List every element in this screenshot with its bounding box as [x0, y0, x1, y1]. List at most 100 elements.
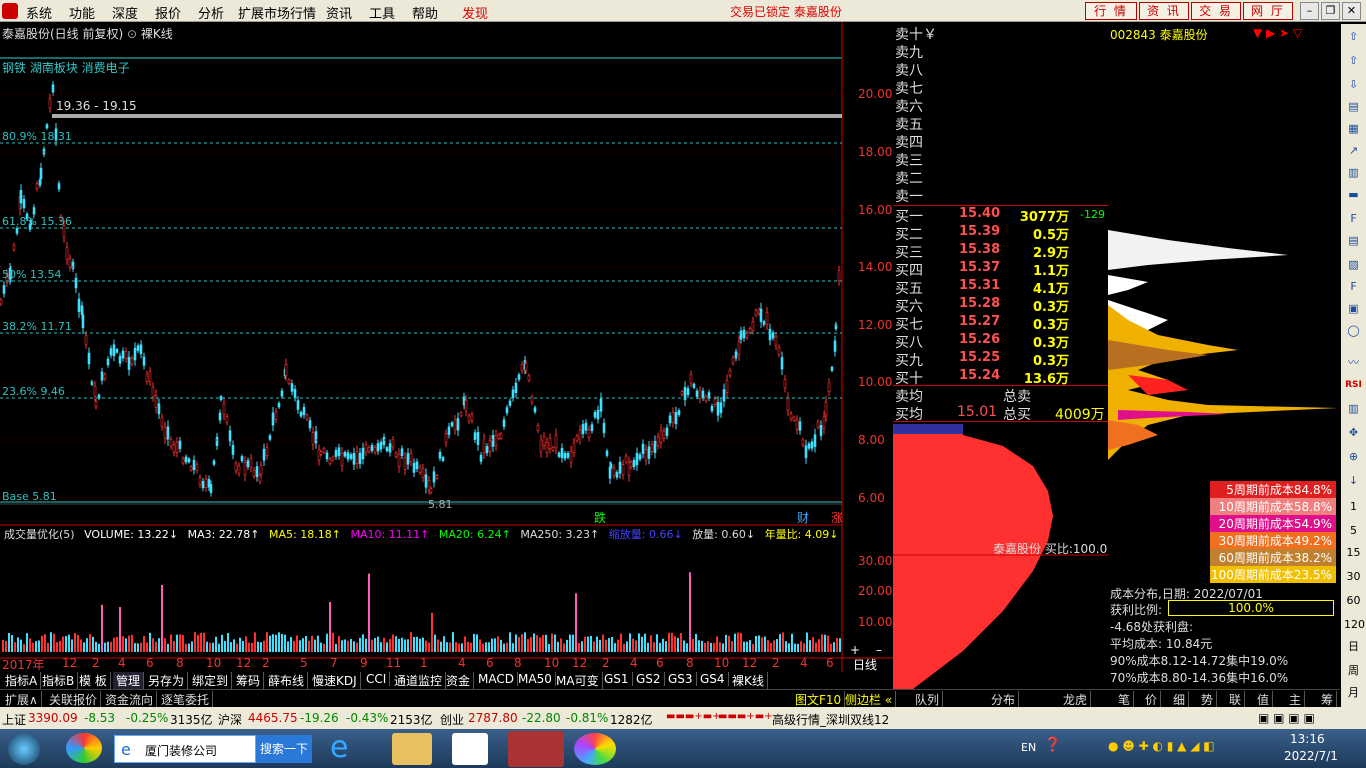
buy-level[interactable]: 买四 15.37 1.1万 [895, 260, 1107, 279]
indicator-tab[interactable]: MA可变 [553, 672, 603, 689]
trade-button[interactable]: 交 易 [1191, 2, 1241, 20]
indicator-tab[interactable]: 指标B [39, 672, 79, 689]
wave-icon[interactable]: 〰 [1344, 354, 1363, 372]
lang-indicator[interactable]: EN [1021, 741, 1036, 754]
buy-level[interactable]: 买八 15.26 0.3万 [895, 332, 1107, 351]
sell-level[interactable]: 卖四 [895, 132, 1107, 151]
grid-icon[interactable]: ▦ [1344, 120, 1363, 138]
indicator-tab[interactable]: 资金 [443, 672, 475, 689]
indicator-tab[interactable]: 模 板 [76, 672, 111, 689]
sell-level[interactable]: 卖五 [895, 114, 1107, 133]
news-button[interactable]: 资 讯 [1139, 2, 1189, 20]
browser-icon[interactable] [574, 733, 616, 765]
minimize-button[interactable]: – [1300, 2, 1319, 20]
restore-button[interactable]: ❐ [1321, 2, 1340, 20]
bottom-tab[interactable]: 逐笔委托 [158, 691, 214, 708]
menu-function[interactable]: 功能 [69, 3, 95, 22]
indicator-tab[interactable]: GS3 [665, 672, 697, 686]
app-icon[interactable] [66, 733, 102, 763]
zoom-out-button[interactable]: – [876, 643, 882, 657]
period-15[interactable]: 15 [1344, 544, 1363, 562]
arrow-up-icon[interactable]: ⇧ [1344, 28, 1363, 46]
indicator-tab[interactable]: MACD [475, 672, 518, 686]
menu-depth[interactable]: 深度 [112, 3, 138, 22]
bottom-tab[interactable]: 筹 [1318, 691, 1338, 708]
bottom-tab[interactable]: 价 [1142, 691, 1162, 708]
bottom-tab[interactable]: 队列 [912, 691, 944, 708]
menu-system[interactable]: 系统 [26, 3, 52, 22]
zoom-in-button[interactable]: + [850, 643, 860, 657]
window-icon[interactable]: ▣ [1344, 300, 1363, 318]
buy-level[interactable]: 买三 15.38 2.9万 [895, 242, 1107, 261]
bottom-tab[interactable]: 资金流向 [102, 691, 158, 708]
bottom-tab[interactable]: 势 [1198, 691, 1218, 708]
sell-level[interactable]: 卖九 [895, 42, 1107, 61]
bottom-tab[interactable]: 主 [1286, 691, 1306, 708]
period-120[interactable]: 120 [1344, 616, 1365, 634]
circle-icon[interactable]: ◯ [1344, 322, 1363, 340]
bottom-tab[interactable]: 扩展∧ [2, 691, 42, 708]
buy-level[interactable]: 买二 15.39 0.5万 [895, 224, 1107, 243]
chart-mode[interactable]: 裸K线 [141, 27, 173, 41]
sell-level[interactable]: 卖十￥ [895, 24, 1107, 43]
chart-icon[interactable]: ↗ [1344, 142, 1363, 160]
menu-quote[interactable]: 报价 [155, 3, 181, 22]
indicator-tab[interactable]: 通道监控 [391, 672, 447, 689]
buy-level[interactable]: 买九 15.25 0.3万 [895, 350, 1107, 369]
period-label[interactable]: 日线 [853, 656, 877, 673]
indicator-tab[interactable]: GS1 [601, 672, 633, 686]
help-icon[interactable]: ❓ [1044, 737, 1061, 753]
indicator-tab[interactable]: GS2 [633, 672, 665, 686]
sell-level[interactable]: 卖八 [895, 60, 1107, 79]
indicator-tab[interactable]: 慢速KDJ [309, 672, 361, 689]
buy-level[interactable]: 买六 15.28 0.3万 [895, 296, 1107, 315]
indicator-tab[interactable]: GS4 [697, 672, 729, 686]
indicator-tab[interactable]: 另存为 [145, 672, 189, 689]
hall-button[interactable]: 网 厅 [1243, 2, 1293, 20]
volume-header[interactable]: 成交量优化(5) VOLUME: 13.22↓ MA3: 22.78↑ MA5:… [4, 526, 845, 542]
fz-icon[interactable]: F [1344, 278, 1363, 296]
buy-level[interactable]: 买十 15.24 13.6万 [895, 368, 1107, 387]
indicator-tab[interactable]: 筹码 [233, 672, 265, 689]
table-icon[interactable]: ▤ [1344, 232, 1363, 250]
indicator-icon[interactable]: ▥ [1344, 400, 1363, 418]
indicator-tab[interactable]: 管理 [113, 672, 145, 689]
period-5[interactable]: 5 [1344, 522, 1363, 540]
period-day[interactable]: 日 [1344, 638, 1363, 656]
vol-indicator-name[interactable]: 成交量优化(5) [4, 528, 75, 541]
kline-chart[interactable] [0, 22, 893, 672]
bottom-tab[interactable]: 关联报价 [46, 691, 102, 708]
buy-level[interactable]: 买一 15.40 3077万 -129 [895, 206, 1107, 225]
period-30[interactable]: 30 [1344, 568, 1363, 586]
kline-icon[interactable]: ▥ [1344, 164, 1363, 182]
indicator-tab[interactable]: 薛布线 [265, 672, 309, 689]
bottom-tab[interactable]: 细 [1170, 691, 1190, 708]
bottom-tab[interactable]: 联 [1226, 691, 1246, 708]
sell-level[interactable]: 卖六 [895, 96, 1107, 115]
period-week[interactable]: 周 [1344, 662, 1363, 680]
indicator-tab[interactable]: MA50 [515, 672, 556, 686]
period-1[interactable]: 1 [1344, 498, 1363, 516]
list-icon[interactable]: ▤ [1344, 98, 1363, 116]
sell-level[interactable]: 卖七 [895, 78, 1107, 97]
buy-level[interactable]: 买五 15.31 4.1万 [895, 278, 1107, 297]
buy-level[interactable]: 买七 15.27 0.3万 [895, 314, 1107, 333]
ie-taskbar-icon[interactable]: e [330, 733, 366, 765]
f10-icon[interactable]: F [1344, 210, 1363, 228]
period-60[interactable]: 60 [1344, 592, 1363, 610]
period-month[interactable]: 月 [1344, 684, 1363, 702]
toolbar-icons[interactable]: ▼ ▶ ➤ ▽ [1253, 26, 1302, 40]
menu-ext-market[interactable]: 扩展市场行情 [238, 3, 316, 22]
media-icon[interactable] [452, 733, 488, 765]
menu-tools[interactable]: 工具 [369, 3, 395, 22]
arrow-down-icon[interactable]: ⇩ [1344, 76, 1363, 94]
menu-help[interactable]: 帮助 [412, 3, 438, 22]
sell-level[interactable]: 卖三 [895, 150, 1107, 169]
status-icons[interactable]: ▣ ▣ ▣ ▣ [1258, 711, 1315, 725]
bottom-tab[interactable]: 笔 [1115, 691, 1135, 708]
start-button[interactable] [8, 733, 40, 765]
market-button[interactable]: 行 情 [1085, 2, 1137, 20]
indicator-tab[interactable]: 指标A [2, 672, 42, 689]
arrow-up-icon[interactable]: ⇧ [1344, 52, 1363, 70]
indicator-tab[interactable]: 裸K线 [729, 672, 768, 689]
